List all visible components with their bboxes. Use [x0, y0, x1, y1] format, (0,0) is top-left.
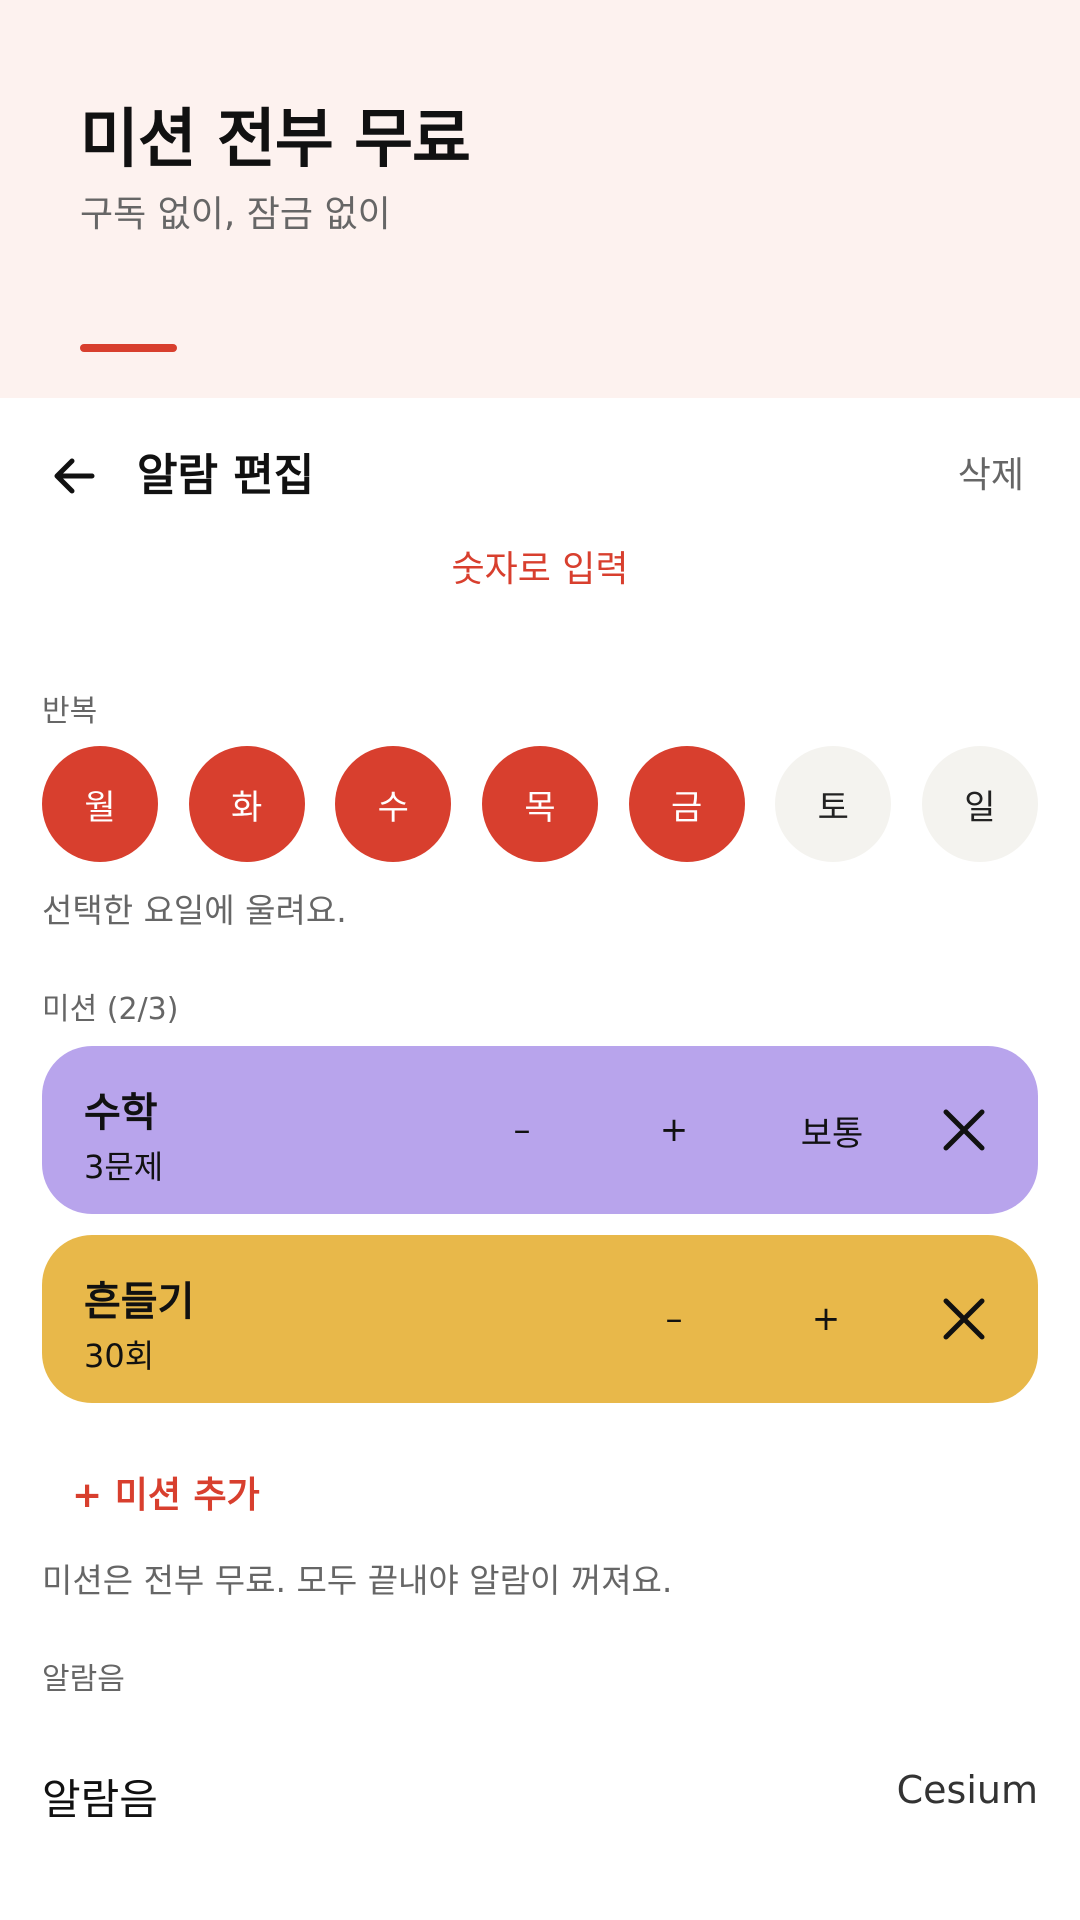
- day-toggle-thu[interactable]: 목: [481, 746, 598, 862]
- day-toggle-fri[interactable]: 금: [628, 746, 745, 862]
- remove-mission-button[interactable]: [924, 1279, 1004, 1359]
- alarm-sound-row[interactable]: 알람음 Cesium: [0, 1748, 1080, 1838]
- mission-name: 수학: [84, 1090, 158, 1136]
- delete-button[interactable]: 삭제: [958, 446, 1024, 506]
- missions-label: 미션 (2/3): [42, 992, 179, 1027]
- mission-card-shake[interactable]: 흔들기 30회 – +: [42, 1235, 1038, 1403]
- banner-page-indicator: [80, 344, 177, 352]
- day-toggle-wed[interactable]: 수: [335, 746, 452, 862]
- banner-title: 미션 전부 무료: [80, 103, 471, 177]
- close-icon: [943, 1109, 985, 1151]
- mission-name: 흔들기: [84, 1279, 195, 1325]
- day-toggle-tue[interactable]: 화: [188, 746, 305, 862]
- page-title: 알람 편집: [137, 450, 315, 501]
- missions-note: 미션은 전부 무료. 모두 끝내야 알람이 꺼져요.: [42, 1561, 673, 1600]
- day-toggle-sat[interactable]: 토: [775, 746, 892, 862]
- arrow-left-icon: [54, 458, 95, 494]
- back-button[interactable]: [44, 446, 104, 506]
- repeat-label: 반복: [42, 694, 98, 729]
- mission-count: 30회: [84, 1337, 155, 1375]
- numeric-input-link[interactable]: 숫자로 입력: [0, 540, 1080, 592]
- remove-mission-button[interactable]: [924, 1090, 1004, 1170]
- decrease-button[interactable]: –: [482, 1090, 562, 1170]
- alarm-sound-value: Cesium: [896, 1768, 1038, 1812]
- sound-section-label: 알람음: [42, 1662, 125, 1697]
- decrease-button[interactable]: –: [634, 1279, 714, 1359]
- increase-button[interactable]: +: [786, 1279, 866, 1359]
- alarm-sound-label: 알람음: [42, 1775, 158, 1824]
- mission-count: 3문제: [84, 1148, 164, 1186]
- mission-card-math[interactable]: 수학 3문제 – + 보통: [42, 1046, 1038, 1214]
- close-icon: [943, 1298, 985, 1340]
- day-toggle-sun[interactable]: 일: [921, 746, 1038, 862]
- day-toggle-mon[interactable]: 월: [42, 746, 158, 862]
- repeat-hint: 선택한 요일에 울려요.: [42, 891, 347, 930]
- banner-subtitle: 구독 없이, 잠금 없이: [80, 194, 391, 235]
- increase-button[interactable]: +: [634, 1090, 714, 1170]
- promo-banner[interactable]: 미션 전부 무료 구독 없이, 잠금 없이: [0, 0, 1080, 398]
- add-mission-button[interactable]: + 미션 추가: [72, 1466, 260, 1518]
- weekday-selector: 월 화 수 목 금 토 일: [42, 746, 1038, 862]
- difficulty-button[interactable]: 보통: [762, 1090, 902, 1170]
